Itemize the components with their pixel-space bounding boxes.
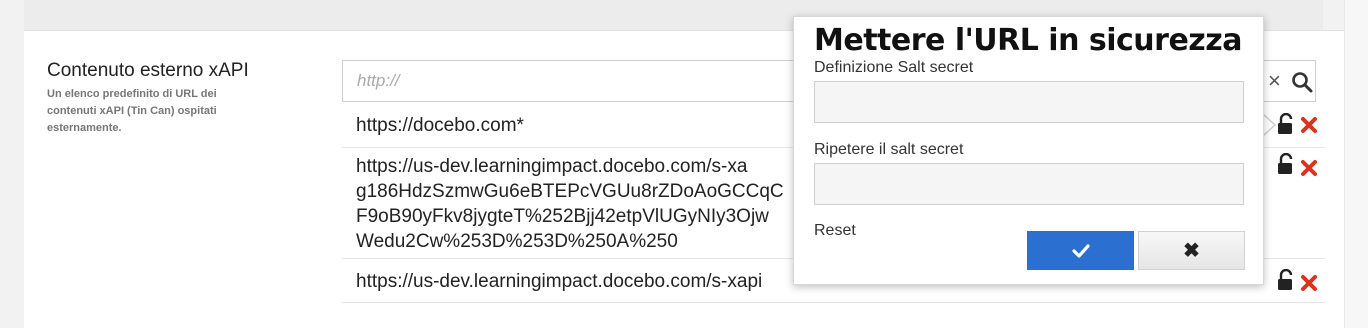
clear-icon[interactable]: × — [1268, 69, 1286, 93]
delete-icon[interactable] — [1300, 116, 1318, 134]
reset-link[interactable]: Reset — [814, 222, 856, 240]
popup-title: Mettere l'URL in sicurezza — [814, 23, 1242, 58]
field-description: Un elenco predefinito di URL dei contenu… — [47, 88, 217, 134]
search-icon[interactable] — [1291, 71, 1313, 93]
salt-secret-field[interactable] — [814, 81, 1244, 123]
delete-icon[interactable] — [1300, 274, 1318, 292]
cancel-button[interactable]: ✖ — [1138, 231, 1245, 270]
url-text: https://docebo.com* — [356, 115, 524, 136]
secure-url-popup: Mettere l'URL in sicurezza Definizione S… — [793, 16, 1264, 285]
lock-open-icon[interactable] — [1277, 153, 1295, 175]
lock-open-icon[interactable] — [1277, 113, 1295, 135]
popup-arrow-inner — [1263, 115, 1274, 135]
field-title: Contenuto esterno xAPI — [47, 60, 249, 81]
field-info: Contenuto esterno xAPI Un elenco predefi… — [47, 60, 297, 137]
lock-open-icon[interactable] — [1277, 269, 1295, 291]
salt-secret-label: Definizione Salt secret — [814, 59, 974, 76]
delete-icon[interactable] — [1300, 159, 1318, 177]
right-strip — [1344, 0, 1368, 328]
close-icon: ✖ — [1183, 240, 1200, 262]
confirm-button[interactable] — [1027, 231, 1134, 270]
check-icon — [1071, 243, 1090, 258]
repeat-salt-label: Ripetere il salt secret — [814, 141, 964, 158]
url-text: https://us-dev.learningimpact.docebo.com… — [356, 156, 784, 252]
url-text: https://us-dev.learningimpact.docebo.com… — [356, 271, 763, 292]
repeat-salt-field[interactable] — [814, 163, 1244, 205]
